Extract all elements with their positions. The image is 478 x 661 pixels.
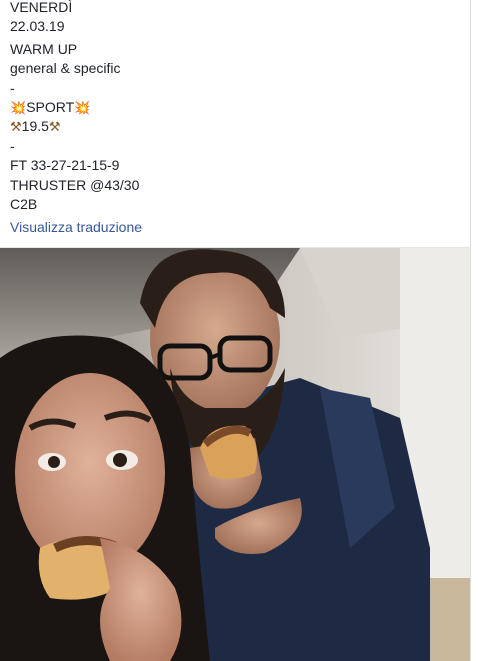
post-line-thruster: THRUSTER @43/30 [10,176,140,193]
sport-label: SPORT [26,98,75,115]
weight-label: 19.5 [21,118,49,135]
post-line-day: VENERDÌ [10,0,73,15]
collision-icon: 💥 [10,99,27,115]
post-line-separator: - [10,137,15,154]
post-line-date: 22.03.19 [10,18,65,35]
post-photo[interactable] [0,248,470,661]
collision-icon: 💥 [74,99,91,115]
post-line-sport: 💥SPORT💥 [10,98,460,117]
post-text: VENERDÌ 22.03.19 WARM UP general & speci… [10,0,460,214]
see-translation-link[interactable]: Visualizza traduzione [10,219,142,235]
post-line-warmup: WARM UP [10,40,78,57]
hammer-pick-icon: ⚒ [10,119,22,135]
hammer-pick-icon: ⚒ [48,119,61,135]
post-line-separator: - [10,79,15,96]
post-card: VENERDÌ 22.03.19 WARM UP general & speci… [0,0,471,661]
post-line-ft: FT 33-27-21-15-9 [10,157,120,174]
post-line-c2b: C2B [10,195,38,212]
selfie-photo-illustration [0,248,470,661]
post-line-weight: ⚒19.5⚒ [10,117,460,136]
post-line-warmup-sub: general & specific [10,60,121,77]
